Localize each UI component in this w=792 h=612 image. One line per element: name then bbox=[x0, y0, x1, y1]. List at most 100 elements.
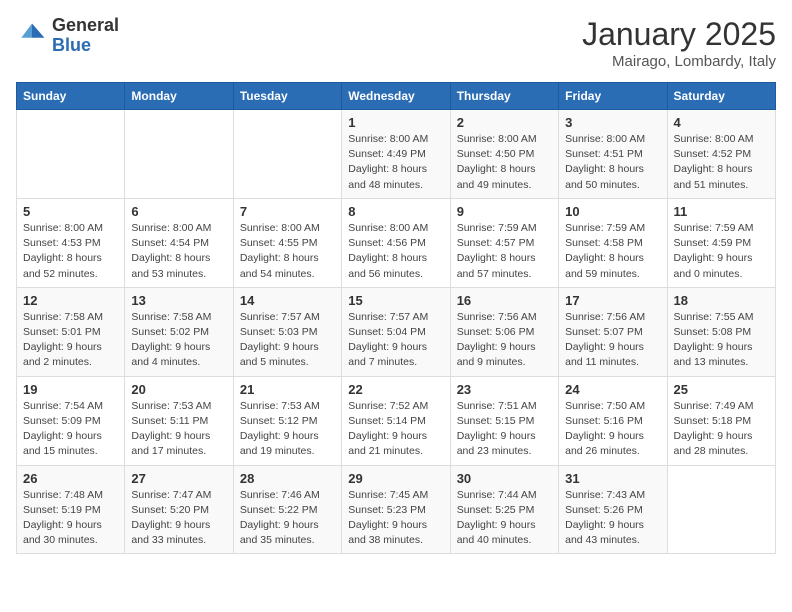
day-info: Sunrise: 7:55 AM Sunset: 5:08 PM Dayligh… bbox=[674, 310, 769, 371]
day-number: 2 bbox=[457, 115, 552, 130]
day-number: 14 bbox=[240, 293, 335, 308]
day-number: 5 bbox=[23, 204, 118, 219]
day-info: Sunrise: 8:00 AM Sunset: 4:52 PM Dayligh… bbox=[674, 132, 769, 193]
day-info: Sunrise: 8:00 AM Sunset: 4:56 PM Dayligh… bbox=[348, 221, 443, 282]
day-number: 10 bbox=[565, 204, 660, 219]
weekday-header: Tuesday bbox=[233, 83, 341, 110]
page-header: General Blue January 2025 Mairago, Lomba… bbox=[16, 16, 776, 70]
day-info: Sunrise: 7:49 AM Sunset: 5:18 PM Dayligh… bbox=[674, 399, 769, 460]
calendar-day-cell: 17 Sunrise: 7:56 AM Sunset: 5:07 PM Dayli… bbox=[559, 287, 667, 376]
day-number: 19 bbox=[23, 382, 118, 397]
weekday-header: Wednesday bbox=[342, 83, 450, 110]
logo-general: General bbox=[52, 15, 119, 35]
calendar-day-cell: 22Sunrise: 7:52 AM Sunset: 5:14 PM Dayli… bbox=[342, 376, 450, 465]
day-info: Sunrise: 7:50 AM Sunset: 5:16 PM Dayligh… bbox=[565, 399, 660, 460]
day-info: Sunrise: 7:56 AM Sunset: 5:06 PM Dayligh… bbox=[457, 310, 552, 371]
calendar-day-cell: 21 Sunrise: 7:53 AM Sunset: 5:12 PM Dayli… bbox=[233, 376, 341, 465]
calendar-day-cell: 10Sunrise: 7:59 AM Sunset: 4:58 PM Dayli… bbox=[559, 198, 667, 287]
day-number: 3 bbox=[565, 115, 660, 130]
day-info: Sunrise: 8:00 AM Sunset: 4:53 PM Dayligh… bbox=[23, 221, 118, 282]
day-info: Sunrise: 8:00 AM Sunset: 4:54 PM Dayligh… bbox=[131, 221, 226, 282]
day-number: 15 bbox=[348, 293, 443, 308]
day-number: 8 bbox=[348, 204, 443, 219]
day-info: Sunrise: 7:53 AM Sunset: 5:11 PM Dayligh… bbox=[131, 399, 226, 460]
weekday-header: Friday bbox=[559, 83, 667, 110]
calendar-day-cell: 6 Sunrise: 8:00 AM Sunset: 4:54 PM Daylig… bbox=[125, 198, 233, 287]
day-info: Sunrise: 7:51 AM Sunset: 5:15 PM Dayligh… bbox=[457, 399, 552, 460]
calendar-table: SundayMondayTuesdayWednesdayThursdayFrid… bbox=[16, 82, 776, 554]
calendar-day-cell bbox=[17, 110, 125, 199]
weekday-header: Sunday bbox=[17, 83, 125, 110]
calendar-day-cell: 27 Sunrise: 7:47 AM Sunset: 5:20 PM Dayli… bbox=[125, 465, 233, 554]
weekday-header: Thursday bbox=[450, 83, 558, 110]
calendar-day-cell bbox=[233, 110, 341, 199]
day-number: 30 bbox=[457, 471, 552, 486]
day-number: 1 bbox=[348, 115, 443, 130]
day-info: Sunrise: 7:48 AM Sunset: 5:19 PM Dayligh… bbox=[23, 488, 118, 549]
weekday-header-row: SundayMondayTuesdayWednesdayThursdayFrid… bbox=[17, 83, 776, 110]
calendar-day-cell: 2 Sunrise: 8:00 AM Sunset: 4:50 PM Daylig… bbox=[450, 110, 558, 199]
day-number: 24 bbox=[565, 382, 660, 397]
calendar-day-cell: 24 Sunrise: 7:50 AM Sunset: 5:16 PM Dayli… bbox=[559, 376, 667, 465]
calendar-day-cell: 29 Sunrise: 7:45 AM Sunset: 5:23 PM Dayli… bbox=[342, 465, 450, 554]
title-block: January 2025 Mairago, Lombardy, Italy bbox=[582, 16, 776, 70]
day-number: 25 bbox=[674, 382, 769, 397]
day-number: 31 bbox=[565, 471, 660, 486]
day-info: Sunrise: 8:00 AM Sunset: 4:50 PM Dayligh… bbox=[457, 132, 552, 193]
calendar-day-cell: 14 Sunrise: 7:57 AM Sunset: 5:03 PM Dayli… bbox=[233, 287, 341, 376]
calendar-week-row: 19 Sunrise: 7:54 AM Sunset: 5:09 PM Dayli… bbox=[17, 376, 776, 465]
day-info: Sunrise: 7:45 AM Sunset: 5:23 PM Dayligh… bbox=[348, 488, 443, 549]
calendar-day-cell: 18Sunrise: 7:55 AM Sunset: 5:08 PM Dayli… bbox=[667, 287, 775, 376]
day-info: Sunrise: 7:44 AM Sunset: 5:25 PM Dayligh… bbox=[457, 488, 552, 549]
calendar-day-cell: 26Sunrise: 7:48 AM Sunset: 5:19 PM Dayli… bbox=[17, 465, 125, 554]
calendar-day-cell bbox=[125, 110, 233, 199]
day-number: 6 bbox=[131, 204, 226, 219]
calendar-day-cell: 9Sunrise: 7:59 AM Sunset: 4:57 PM Daylig… bbox=[450, 198, 558, 287]
calendar-day-cell: 15 Sunrise: 7:57 AM Sunset: 5:04 PM Dayli… bbox=[342, 287, 450, 376]
day-info: Sunrise: 7:57 AM Sunset: 5:03 PM Dayligh… bbox=[240, 310, 335, 371]
calendar-week-row: 26Sunrise: 7:48 AM Sunset: 5:19 PM Dayli… bbox=[17, 465, 776, 554]
day-number: 7 bbox=[240, 204, 335, 219]
calendar-day-cell: 8 Sunrise: 8:00 AM Sunset: 4:56 PM Daylig… bbox=[342, 198, 450, 287]
logo: General Blue bbox=[16, 16, 119, 56]
day-info: Sunrise: 8:00 AM Sunset: 4:55 PM Dayligh… bbox=[240, 221, 335, 282]
day-info: Sunrise: 7:53 AM Sunset: 5:12 PM Dayligh… bbox=[240, 399, 335, 460]
day-number: 4 bbox=[674, 115, 769, 130]
day-info: Sunrise: 7:47 AM Sunset: 5:20 PM Dayligh… bbox=[131, 488, 226, 549]
day-number: 29 bbox=[348, 471, 443, 486]
day-number: 28 bbox=[240, 471, 335, 486]
day-info: Sunrise: 8:00 AM Sunset: 4:51 PM Dayligh… bbox=[565, 132, 660, 193]
day-number: 17 bbox=[565, 293, 660, 308]
day-number: 12 bbox=[23, 293, 118, 308]
logo-blue: Blue bbox=[52, 35, 91, 55]
day-info: Sunrise: 7:56 AM Sunset: 5:07 PM Dayligh… bbox=[565, 310, 660, 371]
logo-text: General Blue bbox=[52, 16, 119, 56]
day-number: 27 bbox=[131, 471, 226, 486]
day-number: 16 bbox=[457, 293, 552, 308]
day-info: Sunrise: 7:52 AM Sunset: 5:14 PM Dayligh… bbox=[348, 399, 443, 460]
calendar-week-row: 5 Sunrise: 8:00 AM Sunset: 4:53 PM Daylig… bbox=[17, 198, 776, 287]
calendar-week-row: 12Sunrise: 7:58 AM Sunset: 5:01 PM Dayli… bbox=[17, 287, 776, 376]
logo-icon bbox=[16, 20, 48, 52]
month-year: January 2025 bbox=[582, 16, 776, 53]
calendar-day-cell: 12Sunrise: 7:58 AM Sunset: 5:01 PM Dayli… bbox=[17, 287, 125, 376]
day-info: Sunrise: 7:58 AM Sunset: 5:02 PM Dayligh… bbox=[131, 310, 226, 371]
day-info: Sunrise: 7:54 AM Sunset: 5:09 PM Dayligh… bbox=[23, 399, 118, 460]
calendar-day-cell: 20 Sunrise: 7:53 AM Sunset: 5:11 PM Dayli… bbox=[125, 376, 233, 465]
weekday-header: Monday bbox=[125, 83, 233, 110]
calendar-day-cell bbox=[667, 465, 775, 554]
day-info: Sunrise: 7:57 AM Sunset: 5:04 PM Dayligh… bbox=[348, 310, 443, 371]
calendar-day-cell: 16 Sunrise: 7:56 AM Sunset: 5:06 PM Dayli… bbox=[450, 287, 558, 376]
calendar-day-cell: 7 Sunrise: 8:00 AM Sunset: 4:55 PM Daylig… bbox=[233, 198, 341, 287]
calendar-week-row: 1Sunrise: 8:00 AM Sunset: 4:49 PM Daylig… bbox=[17, 110, 776, 199]
calendar-day-cell: 5 Sunrise: 8:00 AM Sunset: 4:53 PM Daylig… bbox=[17, 198, 125, 287]
calendar-day-cell: 19 Sunrise: 7:54 AM Sunset: 5:09 PM Dayli… bbox=[17, 376, 125, 465]
calendar-day-cell: 3 Sunrise: 8:00 AM Sunset: 4:51 PM Daylig… bbox=[559, 110, 667, 199]
day-number: 20 bbox=[131, 382, 226, 397]
day-number: 9 bbox=[457, 204, 552, 219]
day-info: Sunrise: 7:59 AM Sunset: 4:59 PM Dayligh… bbox=[674, 221, 769, 282]
calendar-day-cell: 1Sunrise: 8:00 AM Sunset: 4:49 PM Daylig… bbox=[342, 110, 450, 199]
day-number: 23 bbox=[457, 382, 552, 397]
day-number: 21 bbox=[240, 382, 335, 397]
calendar-day-cell: 4 Sunrise: 8:00 AM Sunset: 4:52 PM Daylig… bbox=[667, 110, 775, 199]
